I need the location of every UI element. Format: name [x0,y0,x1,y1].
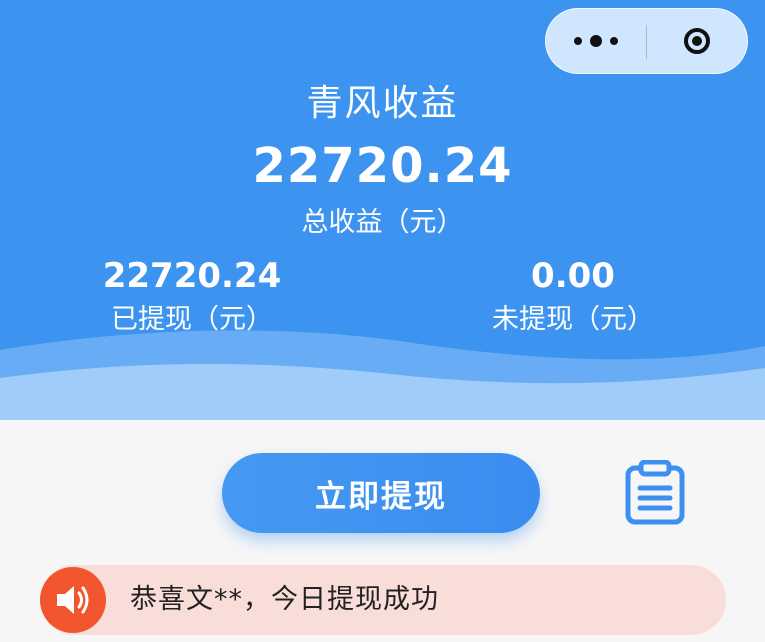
close-target-icon [684,28,710,54]
close-button[interactable] [647,9,747,73]
unwithdrawn-amount: 0.00 [531,256,615,296]
page-title: 青风收益 [306,83,459,124]
more-dots-icon [574,37,582,45]
earnings-screen: 青风收益 22720.24 总收益（元） 22720.24 已提现（元） 0.0… [0,0,765,642]
mini-program-capsule [545,8,748,74]
total-label: 总收益（元） [301,207,464,238]
withdrawn-label: 已提现（元） [111,304,273,335]
wave-decoration [0,330,765,420]
withdraw-notice-bar: 恭喜文**，今日提现成功 [40,565,726,635]
more-dots-icon [590,35,602,47]
notice-text: 恭喜文**，今日提现成功 [130,584,439,615]
withdrawn-amount: 22720.24 [102,256,282,296]
earnings-header: 青风收益 22720.24 总收益（元） 22720.24 已提现（元） 0.0… [0,0,765,420]
more-dots-icon [610,37,618,45]
withdrawn-stat: 22720.24 已提现（元） [82,254,302,340]
more-button[interactable] [546,9,646,73]
unwithdrawn-stat: 0.00 未提现（元） [463,254,683,340]
withdraw-button[interactable]: 立即提现 [222,453,540,533]
clipboard-list-icon[interactable] [623,460,687,526]
unwithdrawn-label: 未提现（元） [492,304,654,335]
speaker-icon [40,567,106,633]
total-amount: 22720.24 [252,138,513,194]
